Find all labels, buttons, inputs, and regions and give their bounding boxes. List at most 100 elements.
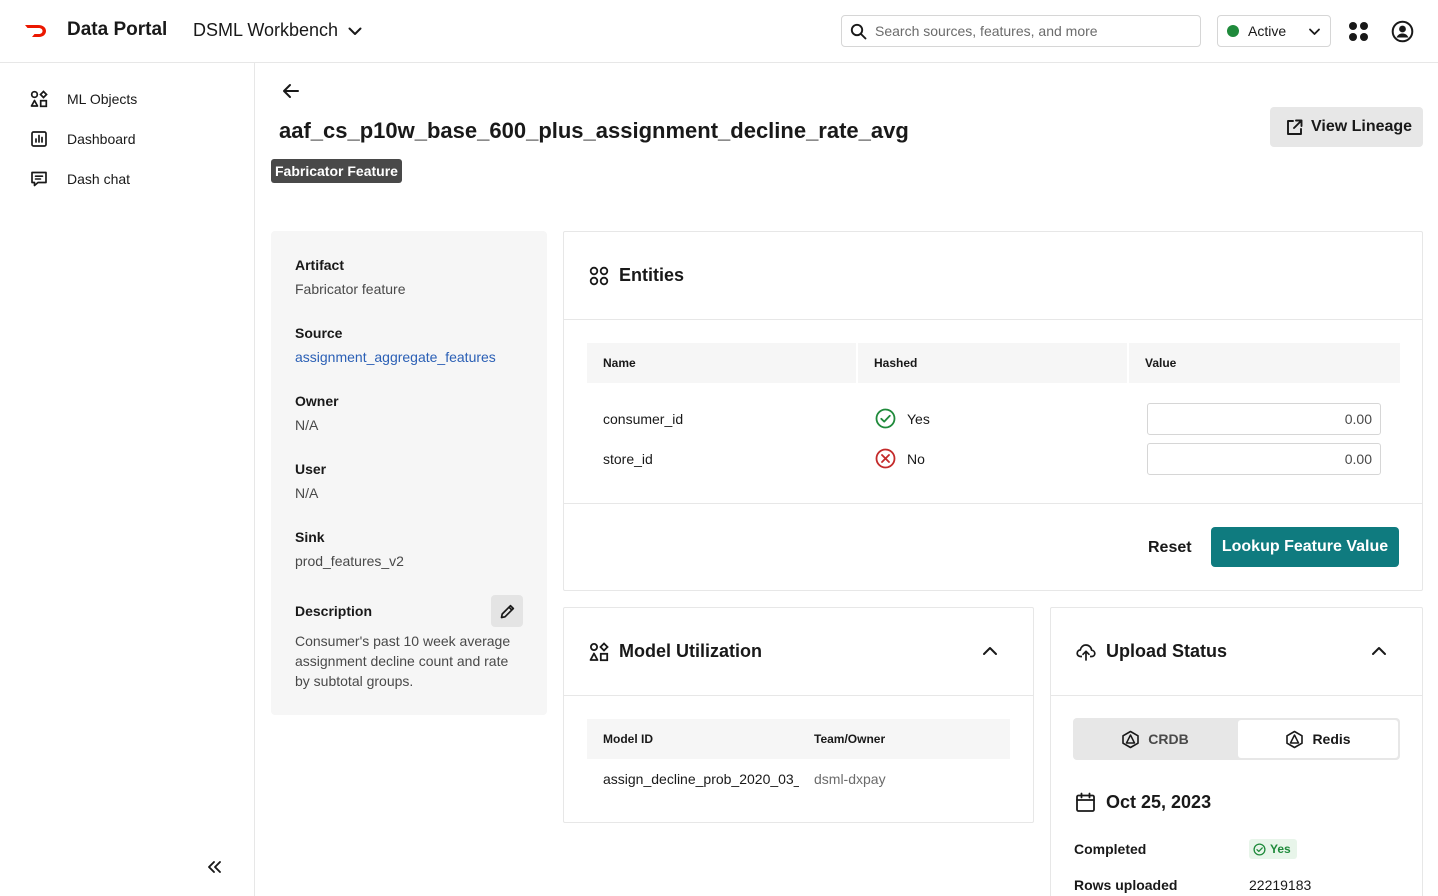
feature-type-badge: Fabricator Feature [271, 159, 402, 183]
column-header-team-owner: Team/Owner [814, 732, 886, 746]
search-icon [850, 23, 867, 39]
column-header-model-id: Model ID [603, 732, 653, 746]
model-id-cell[interactable]: assign_decline_prob_2020_03_2 [603, 771, 799, 787]
upload-status-card: Upload Status CRDB Redis Oct 25, 2023 Co… [1050, 607, 1423, 896]
sidebar-item-label: ML Objects [67, 91, 138, 107]
completed-badge: Yes [1249, 839, 1297, 859]
edit-description-button[interactable] [491, 595, 523, 627]
artifact-label: Artifact [295, 257, 345, 273]
search-box[interactable] [841, 15, 1201, 47]
column-header-value: Value [1145, 356, 1177, 370]
sidebar: ML Objects Dashboard Dash chat [0, 63, 255, 896]
status-select[interactable]: Active [1217, 15, 1331, 47]
column-separator [856, 343, 858, 383]
sink-label: Sink [295, 529, 325, 545]
upload-date: Oct 25, 2023 [1106, 792, 1212, 812]
hashed-cell: Yes [875, 408, 930, 429]
completed-value: Yes [1270, 842, 1291, 856]
check-circle-icon [875, 408, 896, 429]
divider [564, 503, 1422, 504]
column-separator [1127, 343, 1129, 383]
store-id-value-input[interactable] [1147, 443, 1381, 475]
hashed-value: No [907, 450, 925, 467]
owner-value: N/A [295, 417, 319, 433]
divider [564, 319, 1422, 320]
page-title: aaf_cs_p10w_base_600_plus_assignment_dec… [279, 118, 909, 143]
sink-value: prod_features_v2 [295, 553, 404, 569]
source-label: Source [295, 325, 343, 341]
upload-status-title: Upload Status [1106, 641, 1228, 661]
sidebar-item-label: Dash chat [67, 171, 131, 187]
database-icon [1122, 730, 1140, 748]
divider [1051, 695, 1422, 696]
rows-uploaded-value: 22219183 [1249, 877, 1312, 893]
column-header-hashed: Hashed [874, 356, 918, 370]
workbench-selector[interactable]: DSML Workbench [193, 20, 364, 41]
completed-label: Completed [1074, 841, 1147, 857]
doordash-logo-icon[interactable] [24, 22, 48, 40]
entities-icon [589, 266, 609, 285]
chevron-down-icon [348, 27, 362, 35]
check-circle-icon [1253, 842, 1266, 856]
reset-button[interactable]: Reset [1140, 528, 1200, 568]
database-icon [1286, 730, 1304, 748]
x-circle-icon [875, 448, 896, 469]
lookup-feature-value-button[interactable]: Lookup Feature Value [1211, 527, 1399, 567]
chevron-up-icon[interactable] [1370, 642, 1388, 660]
view-lineage-label: View Lineage [1311, 118, 1413, 135]
consumer-id-value-input[interactable] [1147, 403, 1381, 435]
status-label: Active [1248, 23, 1287, 39]
feature-info-panel: Artifact Fabricator feature Source assig… [271, 231, 547, 715]
workbench-label: DSML Workbench [193, 20, 339, 40]
tab-label: CRDB [1148, 731, 1189, 747]
entity-name: store_id [603, 451, 653, 467]
upload-status-title-row: Upload Status [1076, 641, 1227, 662]
owner-label: Owner [295, 393, 339, 409]
team-owner-cell: dsml-dxpay [814, 771, 886, 787]
tab-label: Redis [1312, 731, 1351, 747]
description-label: Description [295, 603, 373, 619]
rows-uploaded-label: Rows uploaded [1074, 877, 1178, 893]
top-bar: Data Portal DSML Workbench Active [0, 0, 1438, 63]
storage-segmented-control: CRDB Redis [1073, 718, 1400, 760]
model-utilization-title-row: Model Utilization [589, 641, 762, 662]
model-utilization-card: Model Utilization Model ID Team/Owner as… [563, 607, 1034, 823]
user-value: N/A [295, 485, 319, 501]
app-title[interactable]: Data Portal [67, 19, 167, 41]
tab-crdb[interactable]: CRDB [1075, 720, 1235, 758]
description-text: Consumer's past 10 week average assignme… [295, 633, 511, 689]
external-link-icon [1287, 119, 1303, 135]
entities-title-row: Entities [589, 265, 684, 286]
hashed-value: Yes [907, 410, 930, 427]
sidebar-item-dash-chat[interactable]: Dash chat [30, 170, 130, 188]
cloud-upload-icon [1076, 643, 1096, 661]
upload-date-row: Oct 25, 2023 [1075, 792, 1211, 813]
chevron-up-icon[interactable] [981, 642, 999, 660]
user-account-icon[interactable] [1391, 20, 1414, 43]
chat-icon [31, 171, 47, 187]
search-input[interactable] [875, 23, 1175, 39]
collapse-sidebar-icon[interactable] [205, 858, 223, 876]
entities-title: Entities [619, 265, 685, 285]
ml-objects-icon [30, 90, 48, 108]
sidebar-item-dashboard[interactable]: Dashboard [30, 130, 136, 148]
sidebar-item-ml-objects[interactable]: ML Objects [30, 90, 137, 108]
model-table-header: Model ID Team/Owner [587, 719, 1010, 759]
apps-grid-icon[interactable] [1348, 21, 1369, 42]
entities-card: Entities Name Hashed Value consumer_id Y… [563, 231, 1423, 591]
back-arrow-icon[interactable] [281, 81, 301, 101]
tab-redis[interactable]: Redis [1238, 720, 1398, 758]
divider [564, 695, 1033, 696]
pencil-icon [500, 604, 514, 618]
calendar-icon [1076, 792, 1095, 812]
entity-name: consumer_id [603, 411, 684, 427]
view-lineage-button[interactable]: View Lineage [1270, 107, 1423, 147]
model-utilization-title: Model Utilization [619, 641, 762, 661]
entities-table-header: Name Hashed Value [587, 343, 1400, 383]
column-header-name: Name [603, 356, 636, 370]
status-dot [1227, 25, 1239, 37]
source-link[interactable]: assignment_aggregate_features [295, 349, 496, 365]
ml-objects-icon [589, 641, 609, 661]
dashboard-icon [31, 131, 47, 147]
sidebar-item-label: Dashboard [67, 131, 136, 147]
